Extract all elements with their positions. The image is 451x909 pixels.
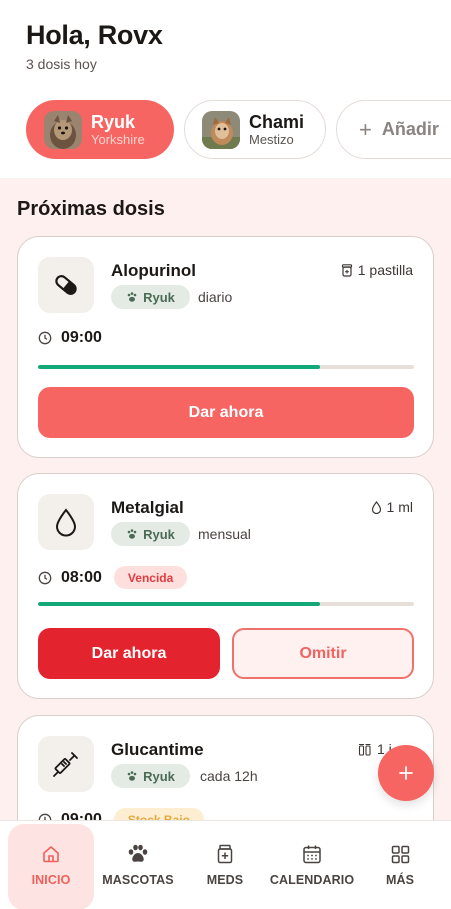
paw-icon	[127, 529, 137, 539]
dose-amount: 1 ml	[371, 499, 413, 515]
home-icon	[43, 846, 59, 863]
bottom-navigation: INICIO MASCOTAS MEDS CALENDARIO MÁS	[0, 820, 451, 909]
greeting-title: Hola, Rovx	[26, 20, 163, 50]
pet-selector: Ryuk Yorkshire Chami Mestizo + Añadir	[0, 100, 451, 160]
pet-breed: Mestizo	[249, 131, 294, 147]
time-row: 08:00 Vencida	[38, 566, 188, 589]
pet-tag-label: Ryuk	[143, 526, 175, 542]
medication-name: Glucantime	[111, 740, 204, 759]
clock-icon	[38, 813, 52, 820]
frequency-label: cada 12h	[200, 768, 258, 784]
pill-bottle-icon	[341, 263, 352, 277]
dose-progress-bar	[38, 365, 414, 369]
paw-icon	[127, 292, 137, 302]
dose-card: Glucantime Ryuk cada 12h 1 i 09:00 Stock…	[17, 715, 434, 820]
give-now-button[interactable]: Dar ahora	[38, 387, 414, 438]
medication-name: Metalgial	[111, 498, 184, 517]
nav-label: MÁS	[385, 872, 415, 887]
dose-card: Alopurinol Ryuk diario 1 pastilla 09:00	[17, 236, 434, 458]
pet-tag-label: Ryuk	[143, 768, 175, 784]
add-dose-fab[interactable]	[378, 745, 434, 801]
pet-avatar	[202, 110, 240, 149]
pet-tag: Ryuk	[111, 285, 190, 309]
plus-icon	[399, 766, 413, 780]
nav-label: MEDS	[206, 873, 244, 887]
nav-item-home[interactable]: INICIO	[8, 821, 94, 909]
pet-name: Ryuk	[91, 111, 136, 132]
pet-chip-chami[interactable]: Chami Mestizo	[184, 100, 326, 159]
pet-tag: Ryuk	[111, 522, 190, 546]
dose-time: 09:00	[61, 810, 102, 821]
dose-progress-fill	[38, 602, 320, 606]
plus-icon: +	[359, 116, 372, 142]
dose-time: 09:00	[61, 329, 102, 346]
clock-icon	[38, 331, 52, 345]
header: Hola, Rovx 3 dosis hoy Ryuk Yorkshire Ch…	[0, 0, 451, 178]
pill-icon	[38, 257, 94, 313]
section-title: Próximas dosis	[17, 198, 165, 220]
dose-progress-fill	[38, 365, 320, 369]
overdue-badge: Vencida	[113, 566, 188, 589]
calendar-icon	[303, 845, 321, 864]
nav-item-meds[interactable]: MEDS	[185, 821, 265, 909]
pet-tag-label: Ryuk	[143, 289, 175, 305]
nav-label: MASCOTAS	[102, 873, 174, 887]
dose-time: 08:00	[61, 568, 102, 586]
pet-name: Chami	[249, 111, 305, 132]
nav-item-more[interactable]: MÁS	[360, 821, 440, 909]
medication-name: Alopurinol	[111, 261, 196, 280]
paw-icon	[128, 844, 148, 862]
nav-label: INICIO	[31, 873, 71, 887]
upcoming-doses-section: Próximas dosis Alopurinol Ryuk diario 1 …	[0, 178, 451, 820]
frequency-label: mensual	[198, 526, 251, 542]
pet-breed: Yorkshire	[91, 131, 145, 147]
doses-today-subtitle: 3 dosis hoy	[26, 56, 97, 72]
clock-icon	[38, 571, 52, 584]
drop-icon	[38, 494, 94, 550]
dose-amount-label: 1 ml	[386, 499, 413, 515]
dose-progress-bar	[38, 602, 414, 606]
dose-amount: 1 pastilla	[341, 262, 413, 278]
dose-amount-label: 1 pastilla	[357, 262, 413, 278]
skip-button[interactable]: Omitir	[232, 628, 414, 679]
nav-label: CALENDARIO	[269, 873, 355, 887]
give-now-button[interactable]: Dar ahora	[38, 628, 220, 679]
pet-chip-ryuk[interactable]: Ryuk Yorkshire	[26, 100, 174, 159]
time-row: 09:00 Stock Bajo	[38, 808, 204, 820]
paw-icon	[127, 771, 137, 781]
nav-item-pets[interactable]: MASCOTAS	[96, 821, 180, 909]
add-pet-button[interactable]: + Añadir	[336, 100, 451, 159]
vial-icon	[358, 743, 371, 756]
syringe-icon	[38, 736, 94, 792]
dose-card: Metalgial Ryuk mensual 1 ml 08:00 Vencid…	[17, 473, 434, 699]
grid-icon	[391, 845, 409, 863]
pet-tag: Ryuk	[111, 764, 190, 788]
low-stock-badge: Stock Bajo	[113, 808, 204, 820]
drop-small-icon	[371, 500, 381, 514]
nav-item-calendar[interactable]: CALENDARIO	[268, 821, 356, 909]
pet-avatar	[44, 110, 82, 149]
frequency-label: diario	[198, 289, 233, 305]
medicine-box-icon	[217, 844, 233, 864]
add-pet-label: Añadir	[381, 119, 439, 139]
time-row: 09:00	[38, 329, 102, 347]
